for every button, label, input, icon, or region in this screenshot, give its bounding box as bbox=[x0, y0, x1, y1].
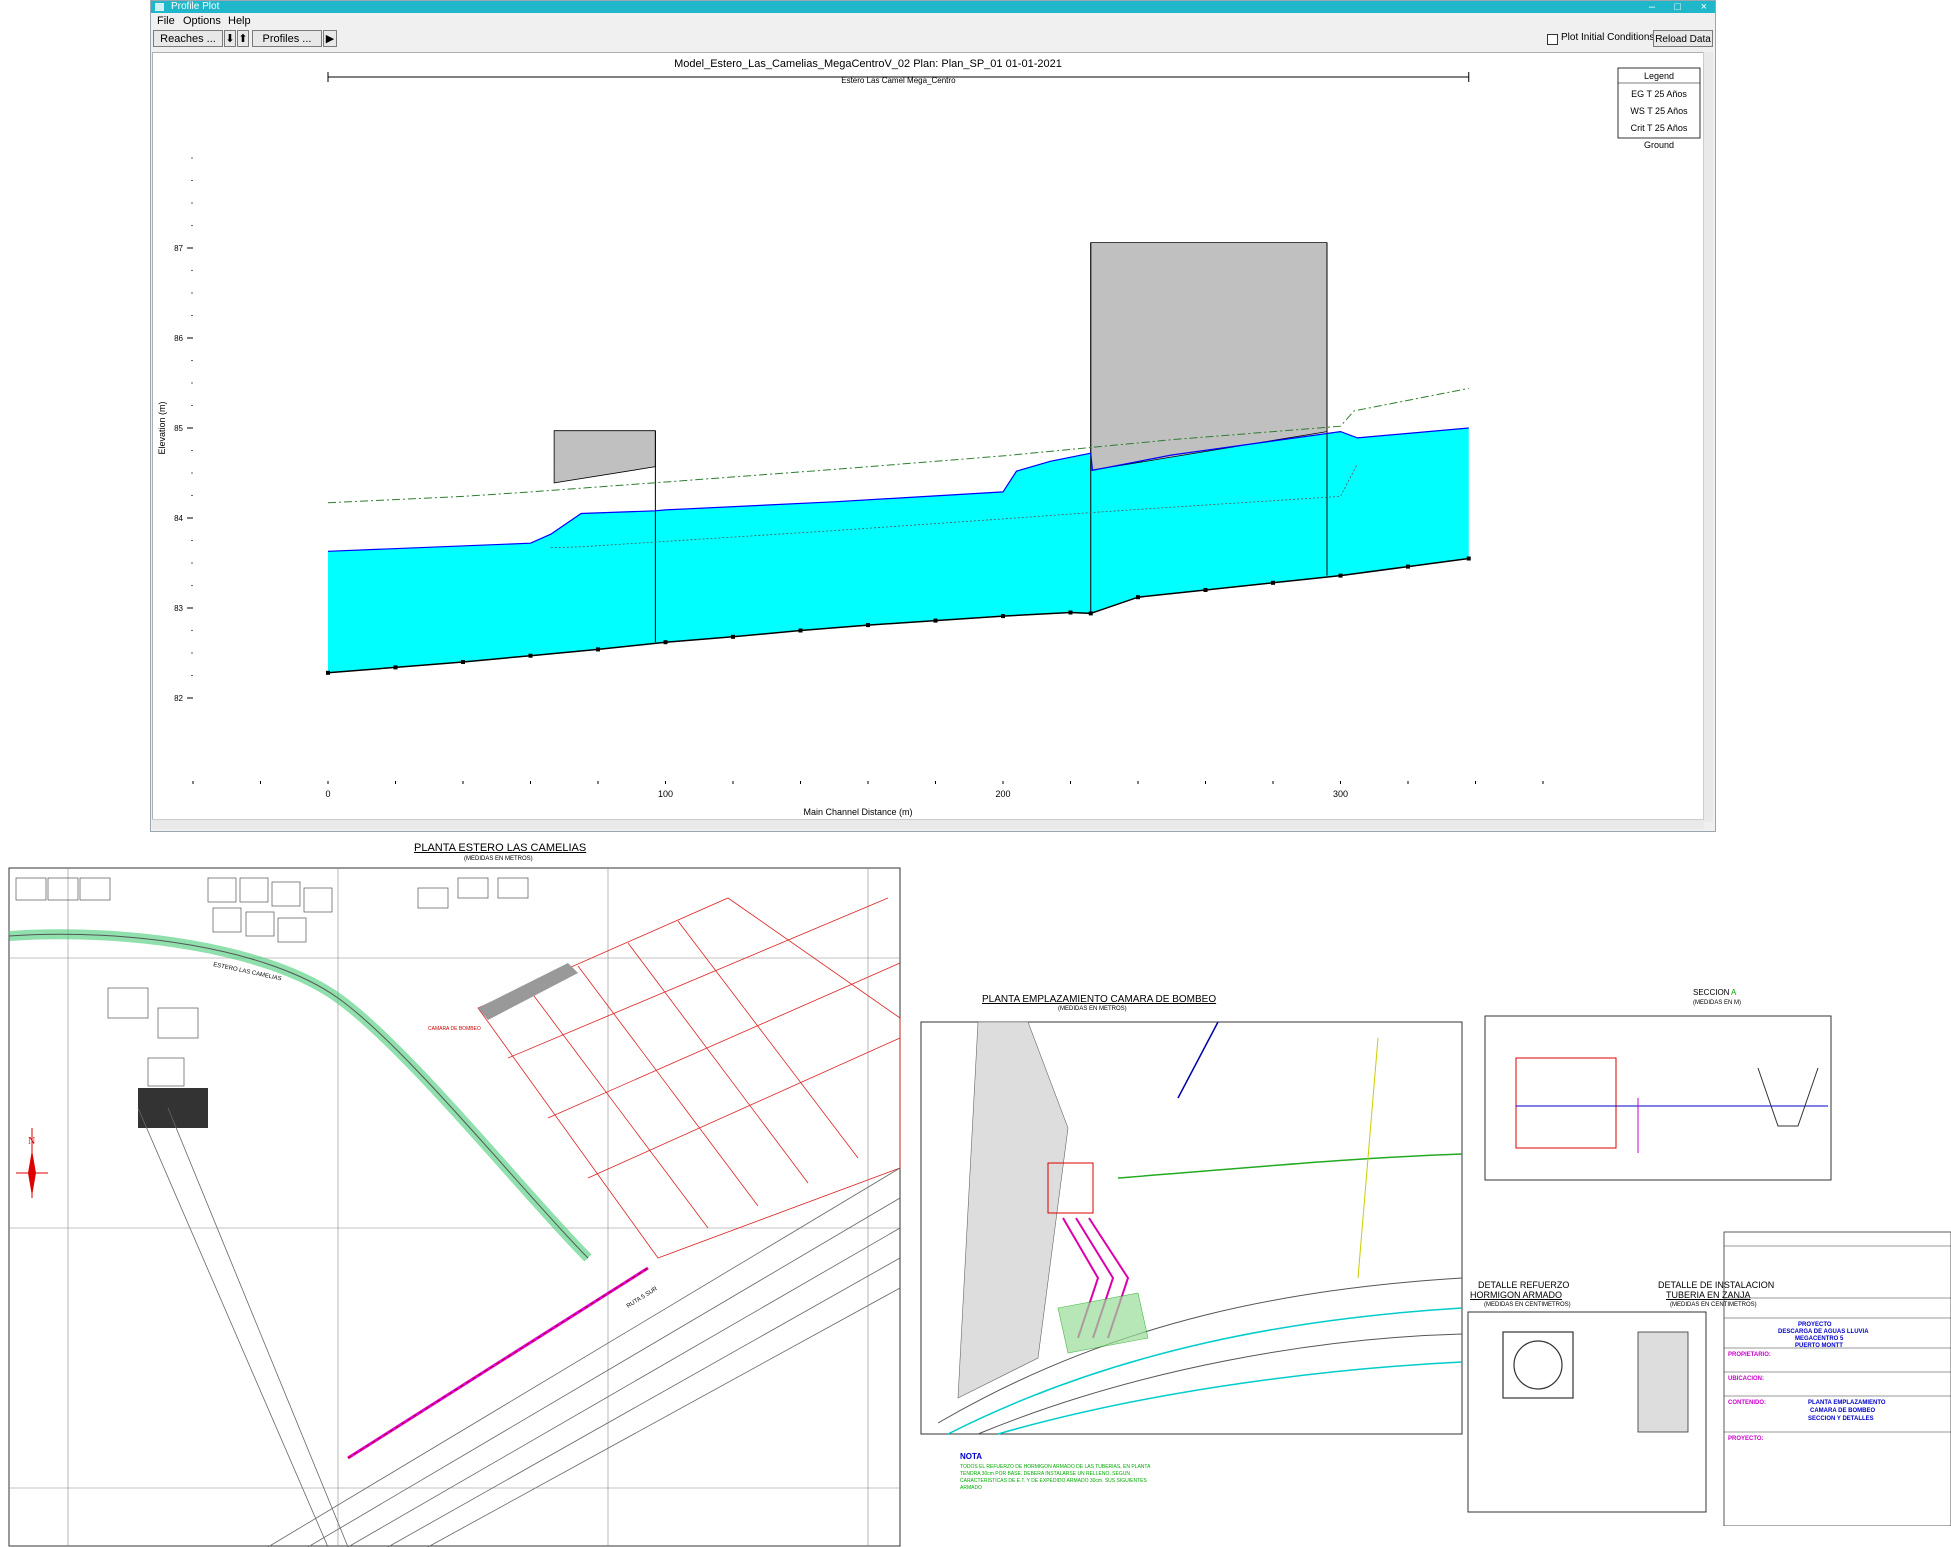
profiles-button[interactable]: Profiles ... bbox=[252, 30, 322, 47]
bridge-deck-0 bbox=[553, 430, 656, 484]
initial-conditions-checkbox[interactable] bbox=[1547, 34, 1558, 45]
legend-entry: Ground bbox=[1644, 140, 1674, 150]
north-arrow-icon: N bbox=[16, 1128, 48, 1198]
profile-chart: Model_Estero_Las_Camelias_MegaCentroV_02… bbox=[157, 58, 1701, 817]
y-tick-label: 83 bbox=[174, 604, 183, 613]
y-axis-label: Elevation (m) bbox=[157, 401, 167, 454]
initial-conditions-label: Plot Initial Conditions bbox=[1561, 32, 1655, 43]
ground-point bbox=[1466, 556, 1471, 561]
minimize-icon[interactable]: – bbox=[1649, 1, 1655, 13]
ground-point bbox=[1136, 595, 1140, 600]
window-title: Profile Plot bbox=[171, 1, 220, 12]
ground-point bbox=[1271, 580, 1275, 585]
plan-right-graphics bbox=[920, 1015, 1951, 1526]
project-name-b: MEGACENTRO 5 bbox=[1795, 1336, 1844, 1342]
reaches-button[interactable]: Reaches ... bbox=[153, 30, 223, 47]
bridge-deck-1 bbox=[1090, 242, 1328, 471]
vertical-scrollbar[interactable] bbox=[1703, 52, 1713, 822]
svg-text:N: N bbox=[28, 1136, 35, 1147]
y-tick-label: 84 bbox=[174, 514, 183, 523]
location-label: UBICACION: bbox=[1728, 1376, 1764, 1382]
chart-subtitle: Estero Las Camel Mega_Centro bbox=[841, 76, 956, 85]
content-b: CAMARA DE BOMBEO bbox=[1810, 1408, 1876, 1414]
content-label: CONTENIDO: bbox=[1728, 1400, 1766, 1406]
x-tick-label: 200 bbox=[995, 789, 1010, 799]
plan-left-label-ruta: RUTA 5 SUR bbox=[626, 1286, 659, 1310]
ground-point bbox=[1406, 564, 1410, 569]
app-icon bbox=[155, 3, 164, 11]
reload-data-button[interactable]: Reload Data bbox=[1653, 30, 1713, 47]
menu-options[interactable]: Options bbox=[183, 15, 221, 27]
legend-entry: Crit T 25 Años bbox=[1631, 123, 1688, 133]
ground-point bbox=[1088, 611, 1093, 616]
plot-area: Model_Estero_Las_Camelias_MegaCentroV_02… bbox=[152, 52, 1704, 822]
y-tick-label: 82 bbox=[174, 694, 183, 703]
down-arrow-button[interactable]: ⬇ bbox=[224, 30, 236, 47]
legend-title: Legend bbox=[1644, 71, 1674, 81]
ground-point bbox=[1068, 610, 1073, 615]
ground-point bbox=[798, 628, 803, 633]
up-arrow-button[interactable]: ⬆ bbox=[237, 30, 249, 47]
menu-file[interactable]: File bbox=[157, 15, 175, 27]
toolbar: Reaches ... ⬇ ⬆ Profiles ... ▶ Plot Init… bbox=[151, 30, 1715, 50]
plan-drawing-left: PLANTA ESTERO LAS CAMELIAS (MEDIDAS EN M… bbox=[8, 838, 901, 1547]
content-c: SECCION Y DETALLES bbox=[1808, 1416, 1874, 1422]
y-tick-label: 87 bbox=[174, 244, 183, 253]
ground-point bbox=[461, 660, 465, 664]
plan-left-label-camara: CAMARA DE BOMBEO bbox=[428, 1026, 481, 1032]
ground-point bbox=[1338, 573, 1343, 578]
legend-entry: EG T 25 Años bbox=[1631, 89, 1687, 99]
x-axis-label: Main Channel Distance (m) bbox=[803, 807, 912, 817]
project-name-a: DESCARGA DE AGUAS LLUVIA bbox=[1778, 1329, 1869, 1335]
ground-point bbox=[528, 653, 533, 658]
chart-title: Model_Estero_Las_Camelias_MegaCentroV_02… bbox=[674, 58, 1062, 70]
legend-entry: WS T 25 Años bbox=[1630, 106, 1688, 116]
ground-point bbox=[326, 670, 330, 675]
profile-plot-window: Profile Plot – □ × File Options Help Rea… bbox=[150, 0, 1716, 832]
plan-left-graphics: N ESTERO LAS CAMELIAS CAMARA DE BOMBEO R… bbox=[8, 867, 901, 1547]
project-label: PROYECTO bbox=[1798, 1322, 1832, 1328]
ground-point bbox=[866, 623, 870, 628]
ground-point bbox=[731, 634, 735, 639]
project-name-c: PUERTO MONTT bbox=[1795, 1343, 1843, 1349]
horizontal-scrollbar[interactable] bbox=[152, 819, 1704, 829]
ground-point bbox=[663, 640, 668, 645]
ground-point bbox=[1203, 588, 1208, 592]
maximize-icon[interactable]: □ bbox=[1674, 1, 1681, 13]
ground-point bbox=[1001, 614, 1005, 619]
menu-help[interactable]: Help bbox=[228, 15, 251, 27]
play-button[interactable]: ▶ bbox=[323, 30, 337, 47]
menu-bar: File Options Help bbox=[151, 13, 1715, 30]
close-icon[interactable]: × bbox=[1701, 1, 1707, 13]
ground-point bbox=[393, 665, 398, 670]
title-bar: Profile Plot – □ × bbox=[151, 1, 1715, 13]
y-tick-label: 86 bbox=[174, 334, 183, 343]
ground-point bbox=[933, 618, 938, 623]
owner-label: PROPIETARIO: bbox=[1728, 1352, 1771, 1358]
x-tick-label: 0 bbox=[325, 789, 330, 799]
x-tick-label: 100 bbox=[658, 789, 673, 799]
y-tick-label: 85 bbox=[174, 424, 183, 433]
content-a: PLANTA EMPLAZAMIENTO bbox=[1808, 1400, 1886, 1406]
project-row-label: PROYECTO: bbox=[1728, 1436, 1764, 1442]
ground-point bbox=[596, 647, 600, 652]
x-tick-label: 300 bbox=[1333, 789, 1348, 799]
plan-drawing-right: PLANTA EMPLAZAMIENTO CAMARA DE BOMBEO (M… bbox=[918, 978, 1951, 1526]
